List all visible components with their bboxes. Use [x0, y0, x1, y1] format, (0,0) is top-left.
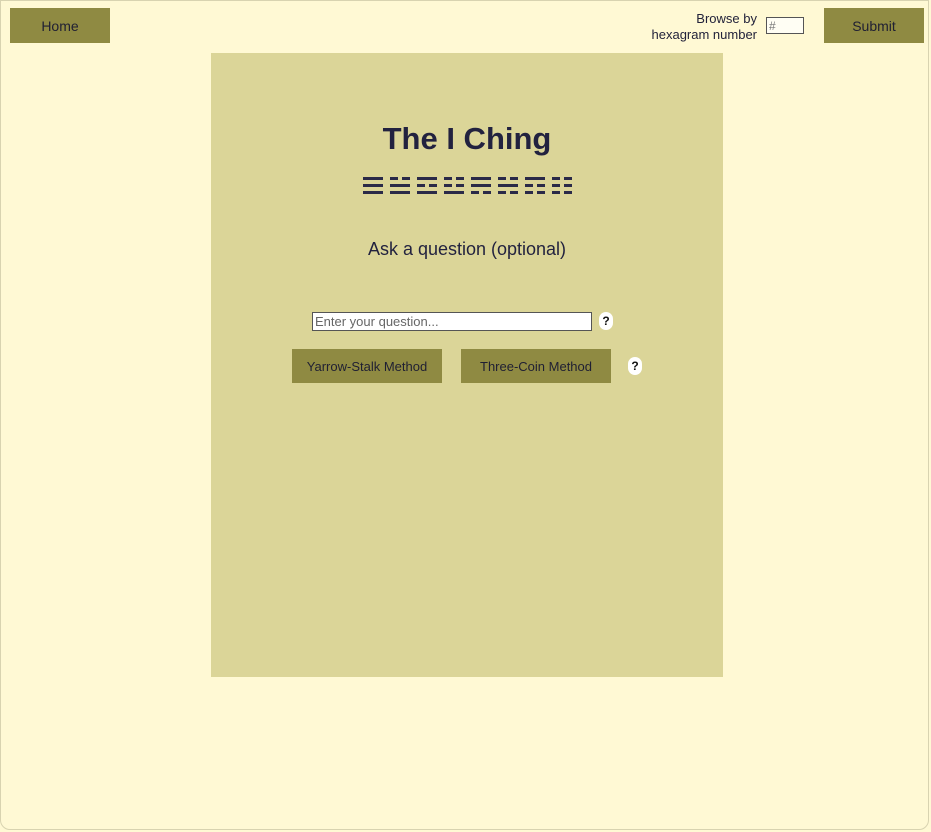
trigram-kan-water-icon	[497, 177, 518, 194]
trigram-dui-lake-icon	[389, 177, 410, 194]
submit-button[interactable]: Submit	[824, 8, 924, 43]
hexagram-number-input[interactable]	[766, 17, 804, 34]
trigram-gen-mountain-icon	[524, 177, 545, 194]
trigram-xun-wind-icon	[470, 177, 491, 194]
question-prompt: Ask a question (optional)	[367, 239, 567, 259]
trigram-zhen-thunder-icon	[443, 177, 464, 194]
question-help-icon[interactable]: ?	[599, 312, 613, 330]
three-coin-method-button[interactable]: Three-Coin Method	[461, 349, 611, 383]
trigram-li-fire-icon	[416, 177, 437, 194]
page-title: The I Ching	[382, 121, 552, 156]
method-help-icon[interactable]: ?	[628, 357, 642, 375]
browse-label-line1: Browse by	[696, 11, 757, 26]
home-button[interactable]: Home	[10, 8, 110, 43]
trigram-qian-heaven-icon	[362, 177, 383, 194]
trigram-row	[211, 177, 723, 194]
main-panel: The I Ching Ask a question (optional) ? …	[211, 53, 723, 677]
browse-label-line2: hexagram number	[651, 27, 758, 42]
trigram-kun-earth-icon	[551, 177, 572, 194]
yarrow-stalk-method-button[interactable]: Yarrow-Stalk Method	[292, 349, 442, 383]
question-input[interactable]	[312, 312, 592, 331]
browse-label: Browse by hexagram number	[652, 11, 758, 43]
